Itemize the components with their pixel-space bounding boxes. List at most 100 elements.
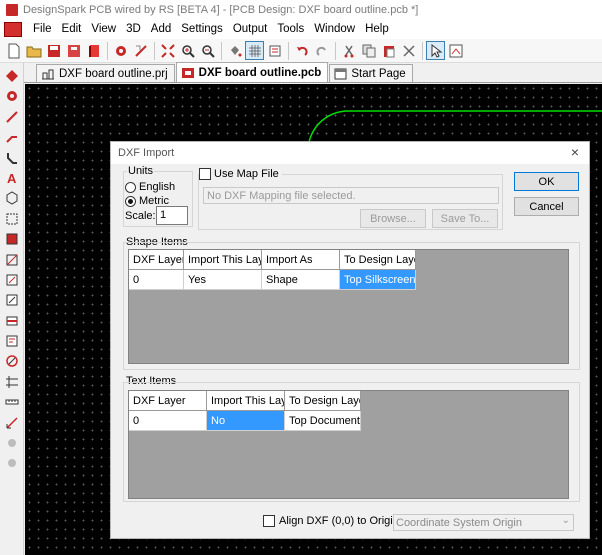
radio-circle[interactable] (125, 195, 136, 207)
save-icon[interactable] (44, 41, 63, 60)
zoom-in-icon[interactable] (178, 41, 197, 60)
column-header[interactable]: To Design Layer (340, 250, 416, 270)
toolbar-separator (422, 41, 423, 60)
gear-icon[interactable] (111, 41, 130, 60)
toolbar-separator (107, 41, 108, 60)
column-header[interactable]: To Design Layer (285, 391, 361, 411)
track-icon[interactable] (3, 108, 21, 126)
measure-icon[interactable] (3, 414, 21, 432)
area-icon[interactable] (3, 251, 21, 269)
align-origin-checkbox[interactable]: Align DXF (0,0) to Origin: (263, 515, 402, 527)
scale-row: Scale: (125, 210, 156, 222)
disabled-tool-icon (3, 434, 21, 452)
open-folder-icon[interactable] (24, 41, 43, 60)
menu-bar: File Edit View 3D Add Settings Output To… (0, 20, 602, 39)
table-row[interactable]: 0 Yes Shape Top Silkscreen (129, 270, 568, 290)
track-route-icon[interactable] (3, 149, 21, 167)
project-icon (42, 69, 54, 79)
table-cell[interactable]: 0 (129, 411, 207, 431)
delete-icon[interactable] (399, 41, 418, 60)
toolbar-separator (288, 41, 289, 60)
zoom-extents-icon[interactable] (158, 41, 177, 60)
left-toolbar: A (0, 63, 24, 555)
tab-pcb-design[interactable]: DXF board outline.pcb (175, 62, 329, 82)
ok-button[interactable]: OK (514, 172, 579, 191)
save-all-icon[interactable] (64, 41, 83, 60)
table-cell[interactable]: Yes (184, 270, 262, 290)
menu-tools[interactable]: Tools (272, 20, 309, 39)
board-outline-icon[interactable] (3, 210, 21, 228)
library-icon[interactable] (84, 41, 103, 60)
radio-circle[interactable] (125, 181, 136, 193)
shape-items-grid[interactable]: DXF Layer Import This Laye Import As To … (128, 249, 569, 364)
menu-add[interactable]: Add (146, 20, 176, 39)
units-group-label: Units (127, 165, 155, 177)
new-file-icon[interactable] (4, 41, 23, 60)
browse-button[interactable]: Browse... (360, 209, 426, 228)
table-row[interactable]: 0 No Top Document... (129, 411, 568, 431)
redo-icon[interactable] (312, 41, 331, 60)
use-map-file-checkbox[interactable]: Use Map File (199, 168, 282, 180)
menu-output[interactable]: Output (228, 20, 273, 39)
via-icon[interactable] (3, 87, 21, 105)
checkbox-box[interactable] (263, 515, 275, 527)
grid-icon[interactable] (245, 41, 264, 60)
table-cell[interactable]: Top Document... (285, 411, 361, 431)
designspark-logo-icon[interactable] (4, 22, 22, 37)
origin-select[interactable]: Coordinate System Origin ⌄ (393, 514, 574, 531)
cut-icon[interactable] (339, 41, 358, 60)
undo-icon[interactable] (292, 41, 311, 60)
copper-pour-icon[interactable] (3, 230, 21, 248)
save-to-button[interactable]: Save To... (432, 209, 498, 228)
paint-bucket-icon[interactable] (225, 41, 244, 60)
shape-icon[interactable] (3, 189, 21, 207)
menu-3d[interactable]: 3D (121, 20, 146, 39)
pcb-icon (181, 67, 194, 78)
close-icon[interactable]: × (568, 145, 582, 159)
select-pointer-icon[interactable] (426, 41, 445, 60)
design-rules-icon[interactable] (131, 41, 150, 60)
table-cell[interactable]: 0 (129, 270, 184, 290)
dimension-icon[interactable] (3, 373, 21, 391)
scale-input[interactable]: 1 (156, 206, 188, 225)
table-cell-selected[interactable]: No (207, 411, 285, 431)
copy-icon[interactable] (359, 41, 378, 60)
table-cell-selected[interactable]: Top Silkscreen (340, 270, 416, 290)
grid-header-row: DXF Layer Import This Laye Import As To … (129, 250, 568, 270)
menu-help[interactable]: Help (360, 20, 394, 39)
layers-icon[interactable] (265, 41, 284, 60)
english-radio[interactable]: English (125, 181, 175, 193)
line-icon[interactable] (3, 312, 21, 330)
paste-icon[interactable] (379, 41, 398, 60)
tab-project[interactable]: DXF board outline.prj (36, 64, 175, 82)
template-icon[interactable] (3, 271, 21, 289)
text-items-grid[interactable]: DXF Layer Import This Laye To Design Lay… (128, 390, 569, 499)
cancel-button[interactable]: Cancel (514, 197, 579, 216)
doc-symbol-icon[interactable] (3, 332, 21, 350)
checkbox-box[interactable] (199, 168, 211, 180)
tab-start-page[interactable]: Start Page (329, 64, 413, 82)
interactive-router-icon[interactable] (446, 41, 465, 60)
column-header[interactable]: Import This Laye (207, 391, 285, 411)
dxf-import-dialog: DXF Import × Units English Metric Scale:… (110, 141, 590, 539)
use-map-file-label: Use Map File (214, 168, 279, 180)
column-header[interactable]: DXF Layer (129, 391, 207, 411)
zoom-out-icon[interactable] (198, 41, 217, 60)
table-cell[interactable]: Shape (262, 270, 340, 290)
keepout-icon[interactable] (3, 291, 21, 309)
menu-window[interactable]: Window (309, 20, 360, 39)
column-header[interactable]: DXF Layer (129, 250, 184, 270)
no-entry-icon[interactable] (3, 352, 21, 370)
track-angle-icon[interactable] (3, 128, 21, 146)
component-icon[interactable] (3, 67, 21, 85)
start-page-icon (334, 68, 347, 79)
column-header[interactable]: Import This Laye (184, 250, 262, 270)
menu-file[interactable]: File (28, 20, 57, 39)
menu-settings[interactable]: Settings (176, 20, 228, 39)
text-icon[interactable]: A (3, 169, 21, 187)
menu-view[interactable]: View (86, 20, 121, 39)
ruler-icon[interactable] (3, 393, 21, 411)
map-file-path-field: No DXF Mapping file selected. (203, 187, 499, 204)
menu-edit[interactable]: Edit (57, 20, 87, 39)
column-header[interactable]: Import As (262, 250, 340, 270)
